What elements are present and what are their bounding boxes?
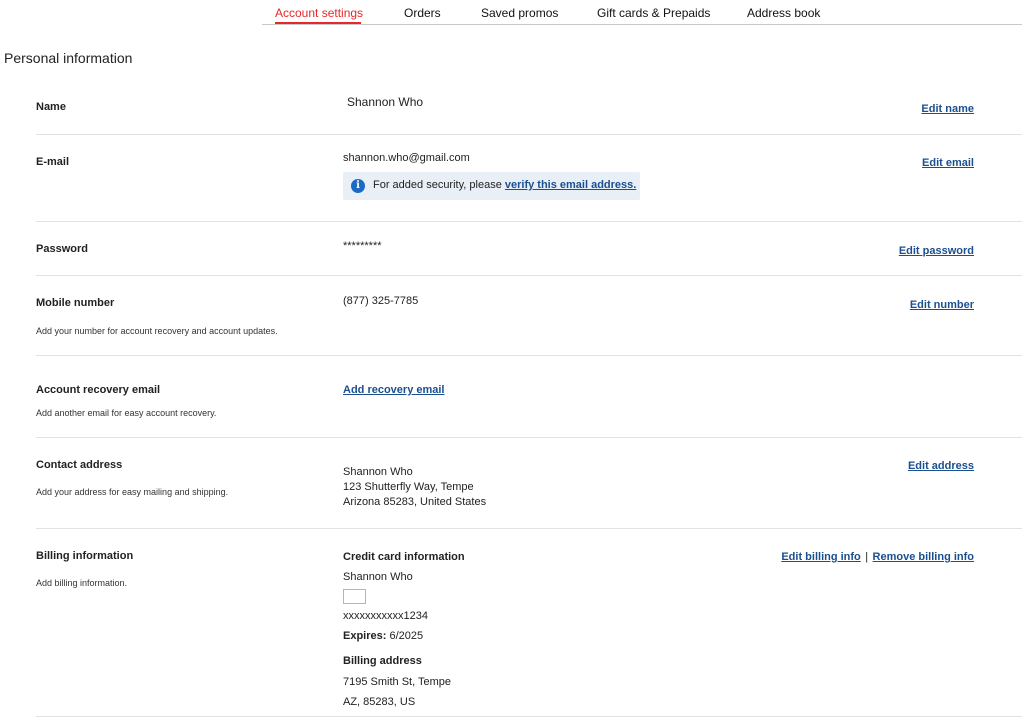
expires-label: Expires: — [343, 630, 387, 642]
billing-description: Add billing information. — [36, 578, 128, 588]
tab-address-book[interactable]: Address book — [747, 6, 820, 20]
recovery-email-description: Add another email for easy account recov… — [36, 408, 217, 418]
mobile-description: Add your number for account recovery and… — [36, 326, 278, 336]
password-label: Password — [36, 243, 88, 255]
edit-billing-link[interactable]: Edit billing info — [781, 551, 860, 563]
row-divider — [36, 528, 1022, 529]
billing-label: Billing information — [36, 550, 134, 562]
edit-number-link[interactable]: Edit number — [910, 299, 974, 311]
card-expiry: Expires: 6/2025 — [343, 630, 423, 642]
card-number: xxxxxxxxxxx1234 — [343, 610, 428, 622]
tab-orders[interactable]: Orders — [404, 6, 441, 20]
password-value: ********* — [343, 240, 382, 252]
mobile-label: Mobile number — [36, 297, 115, 309]
verify-email-link[interactable]: verify this email address. — [505, 179, 636, 191]
name-label: Name — [36, 101, 66, 113]
contact-name: Shannon Who — [343, 466, 413, 478]
credit-card-heading: Credit card information — [343, 551, 465, 563]
row-divider — [36, 355, 1022, 356]
email-label: E-mail — [36, 156, 70, 168]
notice-message: For added security, please — [373, 179, 502, 191]
row-divider — [36, 437, 1022, 438]
tab-saved-promos[interactable]: Saved promos — [481, 6, 558, 20]
tab-account-settings[interactable]: Account settings — [275, 6, 363, 20]
email-value: shannon.who@gmail.com — [343, 152, 470, 164]
edit-address-link[interactable]: Edit address — [908, 460, 974, 472]
edit-password-link[interactable]: Edit password — [899, 245, 974, 257]
notice-text: For added security, please verify this e… — [373, 179, 636, 191]
remove-billing-link[interactable]: Remove billing info — [873, 551, 974, 563]
expires-value: 6/2025 — [389, 630, 424, 642]
row-divider — [36, 134, 1022, 135]
contact-address-label: Contact address — [36, 459, 123, 471]
recovery-email-label: Account recovery email — [36, 384, 161, 396]
contact-street: 123 Shutterfly Way, Tempe — [343, 481, 474, 493]
card-holder-name: Shannon Who — [343, 571, 413, 583]
row-divider — [36, 716, 1022, 717]
row-divider — [36, 221, 1022, 222]
page-title: Personal information — [4, 50, 133, 66]
row-divider — [36, 275, 1022, 276]
edit-name-link[interactable]: Edit name — [921, 103, 974, 115]
edit-email-link[interactable]: Edit email — [922, 157, 974, 169]
credit-card-icon — [343, 589, 366, 604]
name-value: Shannon Who — [347, 95, 424, 109]
info-icon: i — [351, 179, 365, 193]
contact-city-state: Arizona 85283, United States — [343, 496, 487, 508]
add-recovery-email-link[interactable]: Add recovery email — [343, 384, 445, 396]
account-tabs: Account settings Orders Saved promos Gif… — [0, 0, 1022, 25]
billing-city-state: AZ, 85283, US — [343, 696, 416, 708]
billing-separator: | — [865, 551, 869, 563]
tab-gift-cards[interactable]: Gift cards & Prepaids — [597, 6, 710, 20]
contact-address-description: Add your address for easy mailing and sh… — [36, 487, 229, 497]
mobile-value: (877) 325-7785 — [343, 295, 419, 307]
billing-street: 7195 Smith St, Tempe — [343, 676, 452, 688]
verify-email-notice: i For added security, please verify this… — [343, 172, 640, 200]
tabs-divider — [262, 24, 1022, 25]
billing-address-heading: Billing address — [343, 655, 422, 667]
